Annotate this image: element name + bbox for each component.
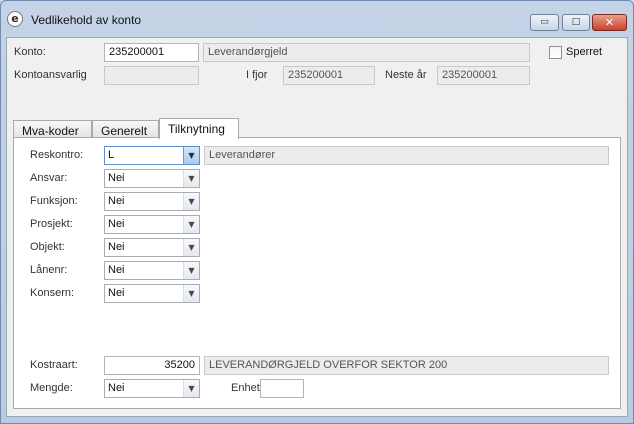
main-window: e Vedlikehold av konto ▭ □ ✕ Konto: 2352… bbox=[0, 0, 634, 424]
konto-field[interactable]: 235200001 bbox=[104, 43, 199, 62]
tilknytning-panel: Reskontro: L ▼ Leverandører Ansvar: Nei … bbox=[13, 137, 621, 409]
chevron-down-icon[interactable]: ▼ bbox=[183, 170, 199, 187]
minimize-button[interactable]: ▭ bbox=[530, 14, 559, 31]
sperret-label: Sperret bbox=[566, 46, 603, 58]
objekt-label: Objekt: bbox=[30, 241, 65, 253]
tab-mva-koder[interactable]: Mva-koder bbox=[13, 120, 92, 138]
ifjor-field: 235200001 bbox=[283, 66, 375, 85]
kostraart-field[interactable]: 35200 bbox=[104, 356, 200, 375]
lanenr-label: Lånenr: bbox=[30, 264, 68, 276]
reskontro-description: Leverandører bbox=[204, 146, 609, 165]
form-body: Konto: 235200001 Leverandørgjeld Sperret… bbox=[6, 37, 628, 417]
chevron-down-icon[interactable]: ▼ bbox=[183, 239, 199, 256]
konsern-value: Nei bbox=[108, 287, 125, 299]
objekt-value: Nei bbox=[108, 241, 125, 253]
chevron-down-icon[interactable]: ▼ bbox=[183, 262, 199, 279]
title-bar[interactable]: e Vedlikehold av konto ▭ □ ✕ bbox=[1, 1, 633, 37]
ansvar-combo[interactable]: Nei ▼ bbox=[104, 169, 200, 188]
prosjekt-combo[interactable]: Nei ▼ bbox=[104, 215, 200, 234]
chevron-down-icon[interactable]: ▼ bbox=[183, 193, 199, 210]
reskontro-label: Reskontro: bbox=[30, 149, 84, 161]
mengde-combo[interactable]: Nei ▼ bbox=[104, 379, 200, 398]
enhet-label: Enhet: bbox=[231, 382, 263, 394]
ifjor-label: I fjor bbox=[246, 69, 268, 81]
kontoansvarlig-field[interactable] bbox=[104, 66, 199, 85]
funksjon-value: Nei bbox=[108, 195, 125, 207]
nestear-field: 235200001 bbox=[437, 66, 530, 85]
chevron-down-icon[interactable]: ▼ bbox=[183, 285, 199, 302]
konto-label: Konto: bbox=[14, 46, 46, 58]
chevron-down-icon[interactable]: ▼ bbox=[183, 216, 199, 233]
prosjekt-label: Prosjekt: bbox=[30, 218, 73, 230]
enhet-field[interactable] bbox=[260, 379, 304, 398]
objekt-combo[interactable]: Nei ▼ bbox=[104, 238, 200, 257]
chevron-down-icon[interactable]: ▼ bbox=[183, 147, 199, 164]
lanenr-value: Nei bbox=[108, 264, 125, 276]
reskontro-combo[interactable]: L ▼ bbox=[104, 146, 200, 165]
tab-tilknytning[interactable]: Tilknytning bbox=[159, 118, 239, 139]
ansvar-value: Nei bbox=[108, 172, 125, 184]
window-title: Vedlikehold av konto bbox=[31, 13, 142, 27]
tab-generelt[interactable]: Generelt bbox=[92, 120, 159, 138]
mengde-label: Mengde: bbox=[30, 382, 73, 394]
maximize-button[interactable]: □ bbox=[562, 14, 590, 31]
konsern-combo[interactable]: Nei ▼ bbox=[104, 284, 200, 303]
close-button[interactable]: ✕ bbox=[592, 14, 627, 31]
app-icon[interactable]: e bbox=[7, 11, 23, 27]
konto-name-field: Leverandørgjeld bbox=[203, 43, 530, 62]
funksjon-label: Funksjon: bbox=[30, 195, 78, 207]
kostraart-description: LEVERANDØRGJELD OVERFOR SEKTOR 200 bbox=[204, 356, 609, 375]
ansvar-label: Ansvar: bbox=[30, 172, 68, 184]
kostraart-label: Kostraart: bbox=[30, 359, 78, 371]
lanenr-combo[interactable]: Nei ▼ bbox=[104, 261, 200, 280]
funksjon-combo[interactable]: Nei ▼ bbox=[104, 192, 200, 211]
reskontro-value: L bbox=[108, 149, 115, 161]
konsern-label: Konsern: bbox=[30, 287, 75, 299]
sperret-checkbox[interactable] bbox=[549, 46, 562, 59]
chevron-down-icon[interactable]: ▼ bbox=[183, 380, 199, 397]
kontoansvarlig-label: Kontoansvarlig bbox=[14, 69, 87, 81]
prosjekt-value: Nei bbox=[108, 218, 125, 230]
nestear-label: Neste år bbox=[385, 69, 427, 81]
mengde-value: Nei bbox=[108, 382, 125, 394]
